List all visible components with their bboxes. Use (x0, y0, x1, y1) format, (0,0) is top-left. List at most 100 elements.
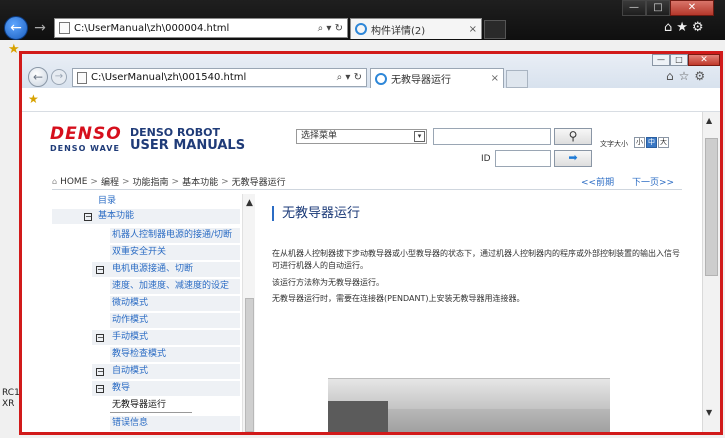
inner-tab[interactable]: 无教导器运行 × (370, 68, 504, 88)
outer-side-text-1: RC1 (2, 388, 20, 398)
article: 无教导器运行 在从机器人控制器拔下步动教导器或小型教导器的状态下，通过机器人控制… (258, 202, 688, 432)
collapse-icon[interactable]: − (84, 213, 92, 221)
toc-item[interactable]: 教导检查模式 (112, 347, 166, 362)
collapse-icon[interactable]: − (96, 266, 104, 274)
breadcrumb: ⌂ HOME > 编程 > 功能指南 > 基本功能 > 无教导器运行 <<前期 … (52, 174, 682, 190)
inner-minimize-button[interactable]: — (652, 54, 670, 66)
search-input[interactable] (433, 128, 551, 145)
outer-back-button[interactable]: ← (4, 16, 28, 40)
inner-url-text: C:\UserManual\zh\001540.html (91, 72, 247, 83)
toc-item[interactable]: 动作模式 (112, 313, 148, 328)
toc-section[interactable]: 手动模式 (112, 330, 148, 345)
ie-icon (355, 23, 367, 35)
toc-sidebar: 目录 − 基本功能 机器人控制器电源的接通/切断 双重安全开关 − 电机电源接通… (52, 194, 258, 432)
collapse-icon[interactable]: − (96, 334, 104, 342)
toc-section[interactable]: 基本功能 (98, 209, 134, 224)
outer-favorites-star-icon[interactable]: ★ (8, 42, 20, 57)
page-scroll-thumb[interactable] (705, 138, 718, 276)
ie-icon (375, 72, 387, 85)
toc-section[interactable]: 教导 (112, 381, 130, 396)
toc-item[interactable]: 目录 (98, 194, 116, 209)
toc-section[interactable]: 电机电源接通、切断 (112, 262, 193, 277)
id-go-button[interactable]: ➡ (554, 150, 592, 167)
toc-item-selected[interactable]: 无教导器运行 (110, 398, 192, 413)
inner-tab-label: 无教导器运行 (391, 75, 451, 86)
inner-favorites-star-icon[interactable]: ★ (28, 92, 39, 106)
scroll-down-icon[interactable]: ▼ (706, 408, 712, 417)
product-title: DENSO ROBOT USER MANUALS (130, 127, 245, 153)
breadcrumb-separator: > (121, 176, 130, 187)
toc-scroll-thumb[interactable] (245, 298, 254, 432)
prev-page-link[interactable]: <<前期 (581, 175, 614, 188)
outer-address-bar[interactable]: C:\UserManual\zh\000004.html ⌕ ▾ ↻ (54, 18, 348, 38)
font-size-small-button[interactable]: 小 (634, 137, 645, 148)
inner-favorites-bar: ★ (22, 88, 720, 112)
outer-tab-close-icon[interactable]: × (469, 24, 477, 35)
inner-address-bar[interactable]: C:\UserManual\zh\001540.html ⌕ ▾ ↻ (72, 68, 367, 87)
home-icon: ⌂ (52, 177, 58, 186)
outer-close-button[interactable]: ✕ (670, 0, 714, 16)
chevron-up-icon[interactable]: ▲ (244, 198, 255, 208)
outer-tab-label: 构件详情(2) (371, 25, 426, 37)
outer-toolbar-icons[interactable]: ⌂★⚙ (664, 20, 708, 35)
outer-maximize-button[interactable]: □ (646, 0, 670, 16)
toc-item[interactable]: 双重安全开关 (112, 245, 166, 260)
font-size-label: 文字大小 (600, 140, 628, 148)
font-size-large-button[interactable]: 大 (658, 137, 669, 148)
page-scrollbar[interactable]: ▲ ▼ (702, 112, 720, 432)
breadcrumb-separator: > (171, 176, 180, 187)
inner-address-tools[interactable]: ⌕ ▾ ↻ (337, 72, 366, 83)
article-paragraph-3: 无教导器运行时，需要在连接器(PENDANT)上安装无教导器用连接器。 (272, 294, 525, 303)
breadcrumb-function-guide[interactable]: 功能指南 (133, 175, 169, 188)
inner-new-tab-button[interactable] (506, 70, 528, 88)
chevron-down-icon[interactable]: ▾ (414, 131, 425, 142)
inner-close-button[interactable]: ✕ (688, 54, 720, 66)
outer-tab[interactable]: 构件详情(2) × (350, 18, 482, 39)
breadcrumb-separator: > (221, 176, 229, 187)
toc-item[interactable]: 速度、加速度、减速度的设定 (112, 279, 229, 294)
inner-back-button[interactable]: ← (28, 67, 48, 87)
collapse-icon[interactable]: − (96, 385, 104, 393)
menu-select[interactable]: 选择菜单 ▾ (296, 129, 427, 144)
id-input[interactable] (495, 150, 551, 167)
breadcrumb-basic-functions[interactable]: 基本功能 (182, 175, 218, 188)
denso-logo[interactable]: DENSO DENSO WAVE (50, 124, 122, 154)
inner-maximize-button[interactable]: □ (670, 54, 688, 66)
outer-address-tools[interactable]: ⌕ ▾ ↻ (318, 23, 347, 34)
inner-browser-window: — □ ✕ ← → C:\UserManual\zh\001540.html ⌕… (19, 51, 723, 435)
outer-new-tab-button[interactable] (484, 20, 506, 39)
toc-item[interactable]: 微动模式 (112, 296, 148, 311)
inner-forward-button[interactable]: → (51, 69, 67, 85)
page-icon (77, 71, 87, 84)
article-paragraph-1: 在从机器人控制器拔下步动教导器或小型教导器的状态下，通过机器人控制器内的程序或外… (272, 249, 680, 270)
arrow-right-icon: ➡ (568, 151, 578, 164)
menu-select-value: 选择菜单 (301, 131, 338, 141)
page-icon (59, 22, 70, 34)
inner-chrome: — □ ✕ ← → C:\UserManual\zh\001540.html ⌕… (22, 54, 720, 88)
toc-scrollbar[interactable]: ▲ (242, 194, 255, 432)
article-paragraph-2: 该运行方法称为无教导器运行。 (272, 278, 384, 287)
toc-section[interactable]: 自动模式 (112, 364, 148, 379)
inner-tab-close-icon[interactable]: × (491, 73, 499, 84)
product-title-line2: USER MANUALS (130, 138, 246, 153)
collapse-icon[interactable]: − (96, 368, 104, 376)
search-button[interactable]: ⚲ (554, 128, 592, 145)
font-size-medium-button[interactable]: 中 (646, 137, 657, 148)
logo-denso-wave-text: DENSO WAVE (50, 144, 120, 153)
next-page-link[interactable]: 下一页>> (632, 175, 674, 188)
toc-item[interactable]: 错误信息 (112, 416, 148, 431)
logo-denso-text: DENSO (50, 124, 122, 144)
outer-side-text-2: XR (2, 399, 15, 409)
toc-item[interactable]: 机器人控制器电源的接通/切断 (112, 228, 232, 243)
breadcrumb-home[interactable]: HOME (60, 177, 87, 187)
outer-url-text: C:\UserManual\zh\000004.html (74, 22, 230, 34)
controller-photo (328, 378, 610, 432)
outer-minimize-button[interactable]: — (622, 0, 646, 16)
breadcrumb-programming[interactable]: 编程 (101, 175, 119, 188)
scroll-up-icon[interactable]: ▲ (706, 116, 712, 125)
toc-row-bg (52, 209, 240, 224)
breadcrumb-separator: > (90, 176, 98, 187)
outer-forward-button[interactable]: → (32, 20, 48, 36)
id-label: ID (481, 154, 491, 164)
inner-toolbar-icons[interactable]: ⌂☆⚙ (666, 69, 710, 83)
